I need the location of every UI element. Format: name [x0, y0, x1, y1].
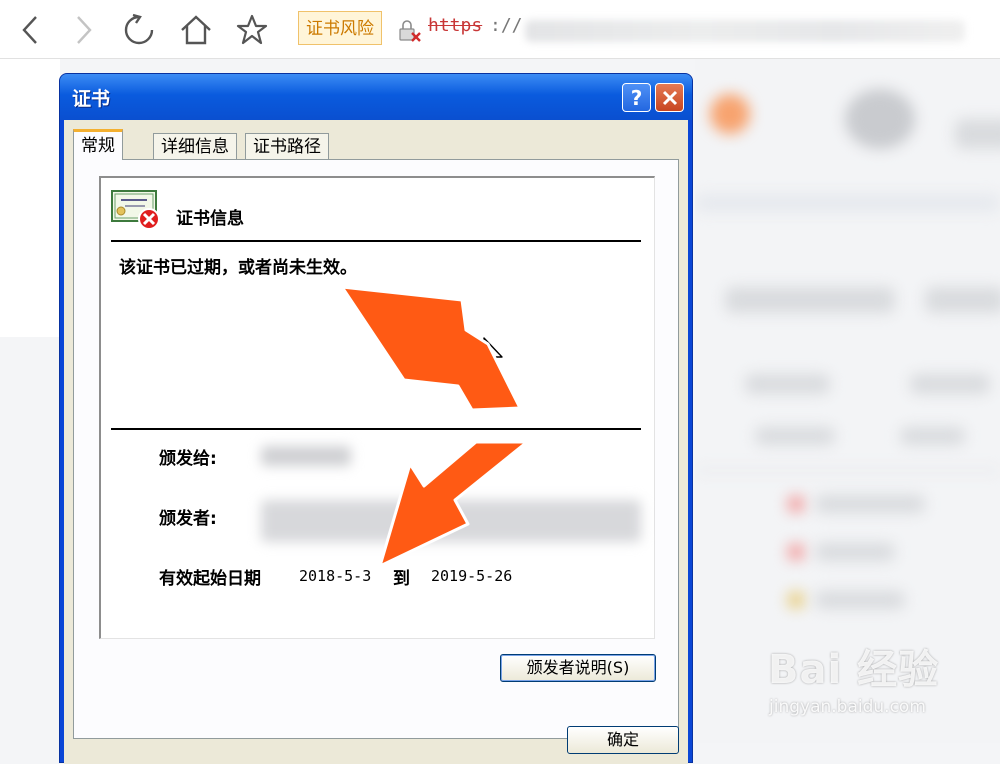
help-button[interactable]: ? — [622, 83, 651, 112]
bookmark-button[interactable] — [232, 8, 272, 52]
issuer-statement-button[interactable]: 颁发者说明(S) — [500, 654, 656, 682]
certificate-risk-badge[interactable]: 证书风险 — [298, 11, 382, 45]
issued-by-label: 颁发者: — [159, 509, 217, 529]
blurred-logo — [710, 94, 750, 134]
valid-from-label: 有效起始日期 — [159, 569, 261, 589]
watermark-url: jingyan.baidu.com — [769, 697, 926, 717]
dialog-titlebar[interactable]: 证书 ? — [60, 74, 692, 120]
blurred-text — [910, 374, 990, 394]
certificate-dialog: 证书 ? 常规 详细信息 证书路径 证书信息 该证书已过期，或者尚未生效。 颁发… — [59, 73, 693, 764]
blurred-dot — [787, 543, 805, 561]
help-icon: ? — [630, 85, 643, 110]
certificate-status-message: 该证书已过期，或者尚未生效。 — [119, 258, 357, 278]
blurred-tab — [725, 287, 895, 313]
tab-panel-general: 证书信息 该证书已过期，或者尚未生效。 颁发给: 颁发者: 有效起始日期 201… — [73, 159, 679, 739]
blurred-text — [815, 495, 925, 513]
blurred-divider — [695, 469, 1000, 472]
valid-to-date: 2019-5-26 — [431, 567, 513, 585]
blurred-block — [955, 119, 1000, 149]
close-icon — [662, 90, 677, 105]
back-icon — [22, 16, 37, 44]
blurred-tab — [925, 287, 1000, 313]
ok-button[interactable]: 确定 — [567, 726, 679, 754]
blurred-text — [755, 427, 835, 445]
issued-to-value-blurred — [261, 446, 351, 466]
page-background-left — [0, 59, 60, 337]
tab-certification-path[interactable]: 证书路径 — [245, 133, 329, 159]
blurred-url[interactable] — [525, 20, 965, 42]
refresh-button[interactable] — [119, 8, 159, 52]
blurred-dot — [787, 495, 805, 513]
url-separator[interactable]: :// — [490, 15, 523, 36]
invalid-certificate-icon — [111, 190, 160, 230]
issued-to-label: 颁发给: — [159, 449, 217, 469]
dialog-title: 证书 — [72, 88, 111, 110]
broken-lock-icon — [399, 20, 421, 42]
divider — [111, 428, 641, 430]
certificate-info-box: 证书信息 该证书已过期，或者尚未生效。 颁发给: 颁发者: 有效起始日期 201… — [99, 176, 655, 639]
blurred-avatar — [845, 89, 915, 149]
home-button[interactable] — [176, 8, 216, 52]
tab-general[interactable]: 常规 — [73, 129, 123, 160]
star-icon — [236, 14, 268, 45]
url-protocol[interactable]: https — [428, 15, 482, 36]
dialog-client-area: 常规 详细信息 证书路径 证书信息 该证书已过期，或者尚未生效。 颁发给: 颁发… — [64, 120, 688, 764]
blurred-text — [815, 543, 895, 561]
blurred-text — [745, 374, 830, 394]
home-icon — [181, 15, 211, 45]
watermark-brand: Bai 经验 — [768, 647, 940, 693]
blurred-dot — [787, 591, 805, 609]
divider — [111, 240, 641, 242]
baidu-jingyan-watermark: Bai 经验 jingyan.baidu.com — [765, 637, 985, 722]
issued-by-value-blurred — [261, 500, 641, 542]
refresh-icon — [124, 13, 154, 45]
forward-button[interactable] — [64, 8, 104, 52]
back-button[interactable] — [10, 8, 50, 52]
blurred-text — [815, 591, 905, 609]
tab-details[interactable]: 详细信息 — [153, 133, 237, 159]
certificate-info-title: 证书信息 — [176, 209, 244, 229]
blurred-band — [695, 194, 1000, 212]
mouse-cursor-icon — [483, 337, 503, 371]
close-button[interactable] — [655, 83, 684, 112]
forward-icon — [77, 16, 92, 44]
blurred-text — [900, 427, 965, 445]
valid-to-separator: 到 — [393, 569, 410, 589]
valid-from-date: 2018-5-3 — [299, 567, 372, 585]
browser-toolbar: 证书风险 https :// — [0, 0, 1000, 59]
